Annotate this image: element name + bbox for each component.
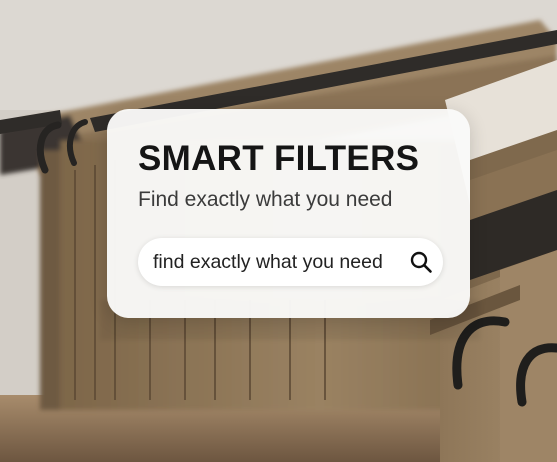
smart-filters-card: SMART FILTERS Find exactly what you need <box>107 109 470 318</box>
card-title: SMART FILTERS <box>138 139 420 178</box>
search-bar <box>138 238 443 286</box>
card-subtitle: Find exactly what you need <box>138 188 393 211</box>
background-photo: SMART FILTERS Find exactly what you need <box>0 0 557 462</box>
search-icon[interactable] <box>409 250 433 274</box>
search-input[interactable] <box>153 248 405 276</box>
